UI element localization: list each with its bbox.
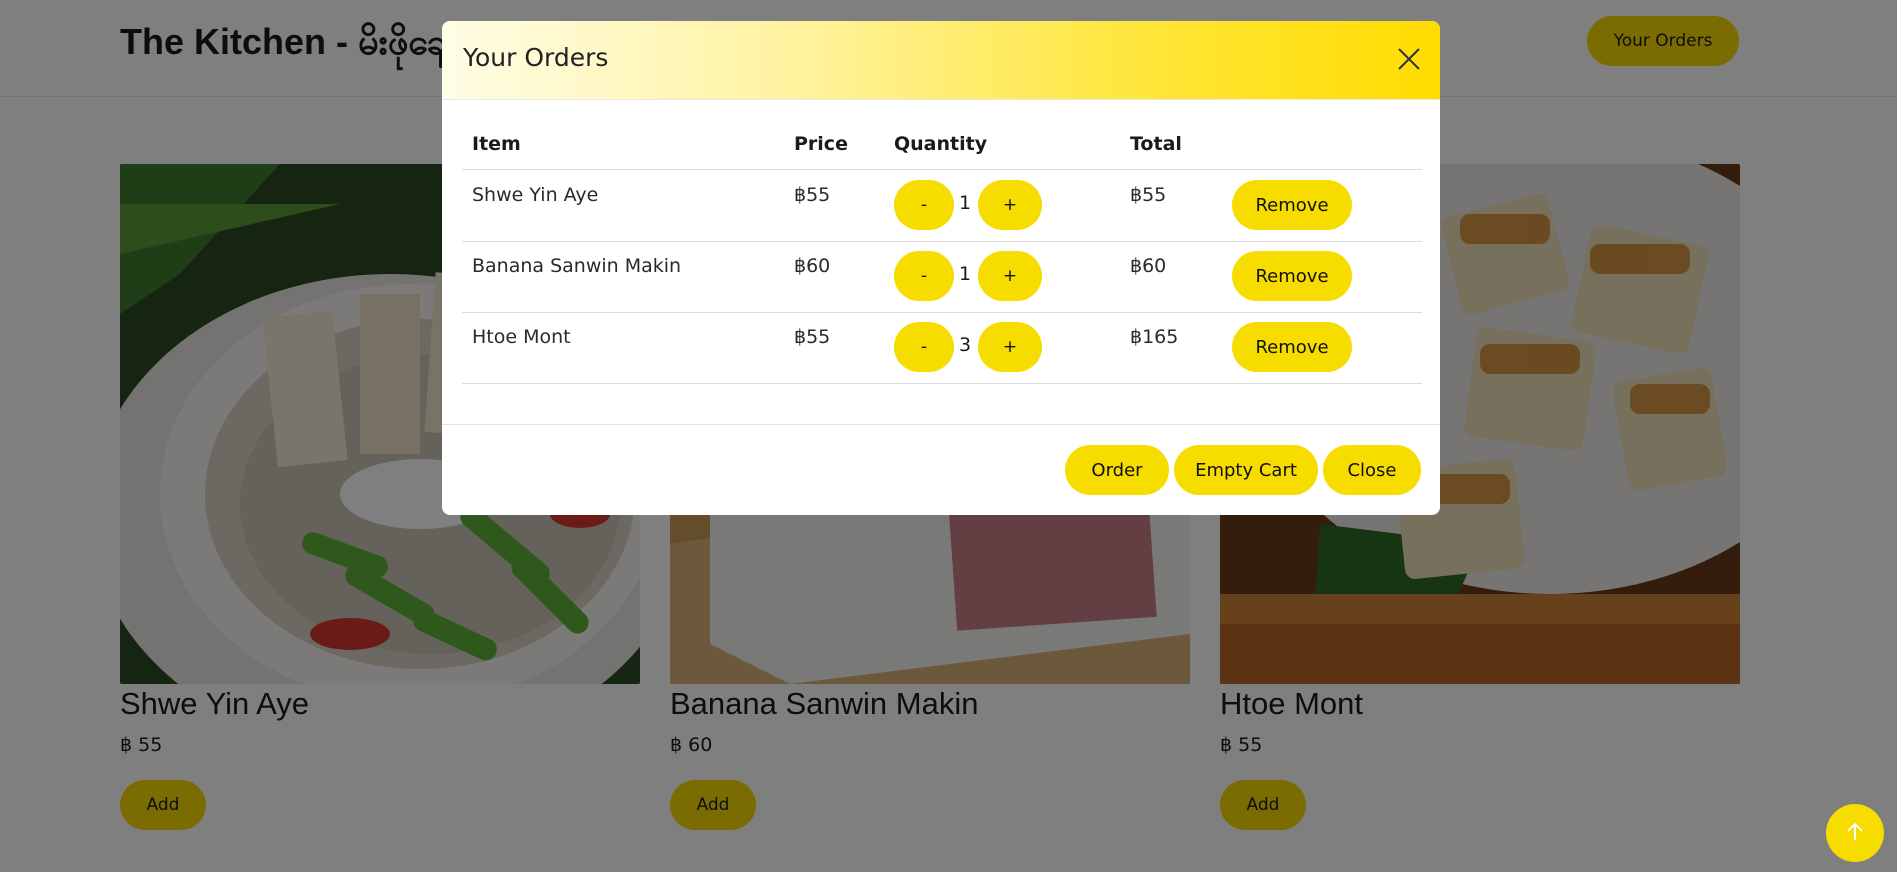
order-button[interactable]: Order <box>1065 445 1169 495</box>
table-row: Shwe Yin Aye ฿55 - 1 + ฿55 Remove <box>462 170 1422 242</box>
row-item-name: Banana Sanwin Makin <box>472 255 682 277</box>
modal-close-button[interactable] <box>1396 46 1422 72</box>
row-price: ฿55 <box>794 326 831 348</box>
row-quantity: 3 <box>958 334 972 356</box>
increase-quantity-button[interactable]: + <box>978 251 1042 301</box>
table-row: Htoe Mont ฿55 - 3 + ฿165 Remove <box>462 312 1422 384</box>
arrow-up-icon <box>1844 821 1866 846</box>
decrease-quantity-button[interactable]: - <box>894 322 954 372</box>
increase-quantity-button[interactable]: + <box>978 322 1042 372</box>
row-price: ฿60 <box>794 255 831 277</box>
modal-footer: Order Empty Cart Close <box>442 424 1440 515</box>
row-total: ฿55 <box>1130 184 1167 206</box>
column-header-item: Item <box>472 133 521 155</box>
remove-item-button[interactable]: Remove <box>1232 251 1352 301</box>
close-button[interactable]: Close <box>1323 445 1421 495</box>
row-total: ฿60 <box>1130 255 1167 277</box>
row-total: ฿165 <box>1130 326 1179 348</box>
empty-cart-button[interactable]: Empty Cart <box>1174 445 1318 495</box>
row-price: ฿55 <box>794 184 831 206</box>
increase-quantity-button[interactable]: + <box>978 180 1042 230</box>
scroll-to-top-button[interactable] <box>1826 804 1884 862</box>
orders-modal: Your Orders Item Price Quantity Total Sh… <box>442 21 1440 515</box>
column-header-quantity: Quantity <box>894 133 988 155</box>
column-header-price: Price <box>794 133 848 155</box>
decrease-quantity-button[interactable]: - <box>894 180 954 230</box>
row-item-name: Shwe Yin Aye <box>472 184 599 206</box>
row-quantity: 1 <box>958 263 972 285</box>
remove-item-button[interactable]: Remove <box>1232 180 1352 230</box>
modal-header: Your Orders <box>442 21 1440 100</box>
decrease-quantity-button[interactable]: - <box>894 251 954 301</box>
close-icon <box>1396 48 1422 75</box>
remove-item-button[interactable]: Remove <box>1232 322 1352 372</box>
table-row: Banana Sanwin Makin ฿60 - 1 + ฿60 Remove <box>462 241 1422 313</box>
row-item-name: Htoe Mont <box>472 326 571 348</box>
row-quantity: 1 <box>958 192 972 214</box>
column-header-total: Total <box>1130 133 1182 155</box>
modal-title: Your Orders <box>463 43 609 72</box>
